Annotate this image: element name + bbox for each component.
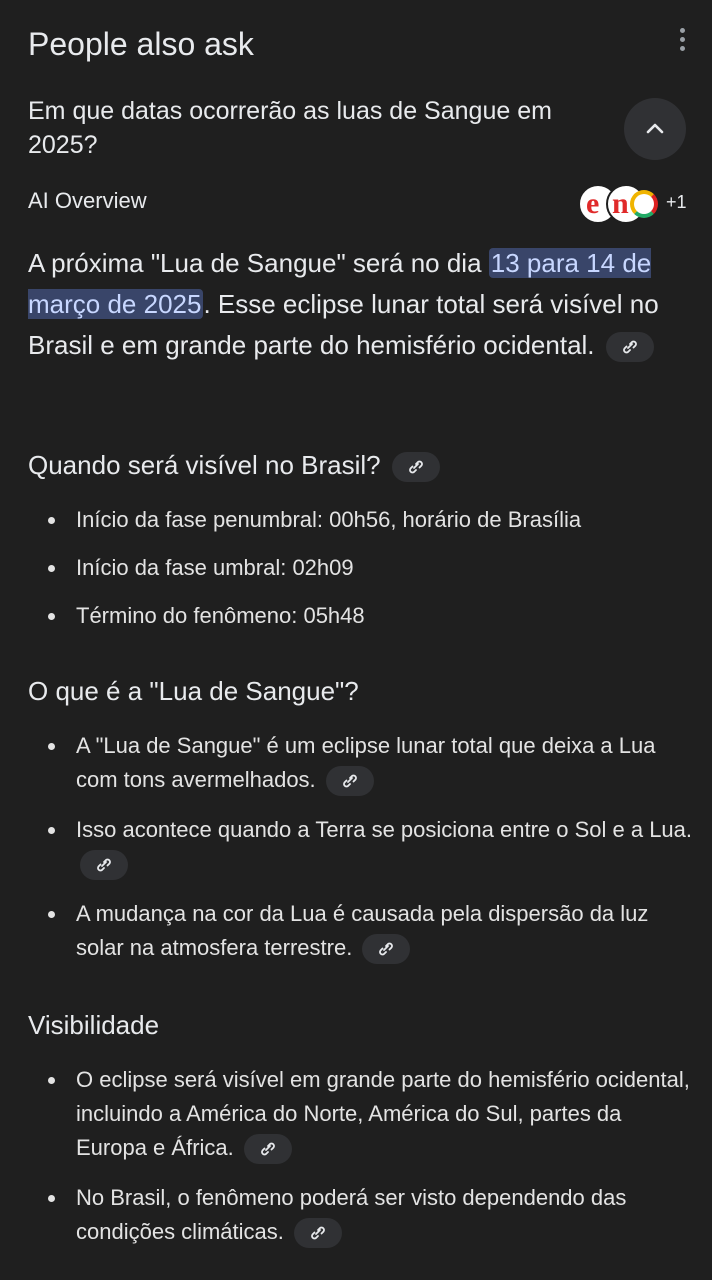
paa-header: People also ask: [28, 24, 692, 68]
link-icon: [622, 340, 637, 354]
section-heading: Visibilidade: [28, 1010, 160, 1040]
collapse-button[interactable]: [624, 98, 686, 160]
bullet-list: A "Lua de Sangue" é um eclipse lunar tot…: [28, 729, 692, 965]
question-text[interactable]: Em que datas ocorrerão as luas de Sangue…: [28, 94, 588, 162]
citation-link-button[interactable]: [605, 332, 654, 363]
citation-link-button[interactable]: [294, 1218, 342, 1249]
link-icon: [97, 858, 111, 872]
link-icon: [408, 460, 423, 474]
citation-link-button[interactable]: [325, 766, 374, 797]
ai-overview-label: AI Overview: [28, 188, 147, 213]
list-item: Início da fase penumbral: 00h56, horário…: [28, 503, 692, 537]
source-logo-3[interactable]: [630, 190, 658, 218]
list-item: A mudança na cor da Lua é causada pela d…: [28, 897, 692, 965]
citation-link-button[interactable]: [391, 452, 440, 483]
list-item: A "Lua de Sangue" é um eclipse lunar tot…: [28, 729, 692, 797]
list-item: Início da fase umbral: 02h09: [28, 551, 692, 585]
list-item: Término do fenômeno: 05h48: [28, 599, 692, 633]
citation-link-button[interactable]: [362, 934, 411, 965]
bullet-list: O eclipse será visível em grande parte d…: [28, 1063, 692, 1249]
bullet-list: Início da fase penumbral: 00h56, horário…: [28, 503, 692, 633]
link-icon: [342, 774, 357, 788]
list-item: Isso acontece quando a Terra se posicion…: [28, 813, 692, 881]
citation-link-button[interactable]: [243, 1134, 292, 1165]
link-icon: [311, 1226, 325, 1240]
overview-paragraph: A próxima "Lua de Sangue" será no dia 13…: [28, 243, 688, 366]
citation-link-button[interactable]: [80, 850, 128, 881]
chevron-up-icon: [646, 123, 664, 134]
link-icon: [261, 1142, 275, 1156]
list-item: O eclipse será visível em grande parte d…: [28, 1063, 692, 1165]
section-heading: Quando será visível no Brasil?: [28, 448, 440, 483]
source-avatars[interactable]: e n +1: [578, 184, 688, 224]
more-vert-icon[interactable]: [676, 28, 688, 58]
link-icon: [379, 942, 394, 956]
section-heading: O que é a "Lua de Sangue"?: [28, 676, 359, 706]
overview-text-start: A próxima "Lua de Sangue" será no dia: [28, 248, 489, 278]
section-title: People also ask: [28, 26, 254, 62]
more-sources-count[interactable]: +1: [666, 192, 687, 213]
list-item: No Brasil, o fenômeno poderá ser visto d…: [28, 1181, 692, 1249]
